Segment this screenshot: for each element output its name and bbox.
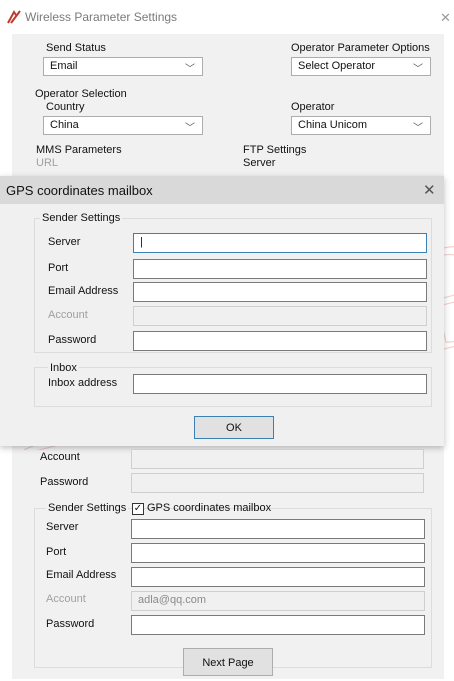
account2-value: adla@qq.com (138, 594, 207, 606)
password-label: Password (40, 476, 89, 488)
send-status-label: Send Status (46, 42, 106, 54)
window-title: Wireless Parameter Settings (25, 10, 178, 24)
dialog-server-label: Server (48, 236, 81, 248)
password2-label: Password (46, 618, 95, 630)
chevron-down-icon: ﹀ (413, 64, 423, 75)
chevron-down-icon: ﹀ (413, 123, 423, 134)
operator-value: China Unicom (298, 119, 368, 131)
dialog-inbox-group-label: Inbox (48, 362, 79, 374)
dialog-inbox-address-label: Inbox address (48, 377, 118, 389)
email-address-label: Email Address (46, 569, 117, 581)
dialog-password-input[interactable] (133, 331, 427, 351)
dialog-account-label: Account (48, 309, 88, 321)
dialog-email-label: Email Address (48, 285, 119, 297)
dialog-title-bar: GPS coordinates mailbox ✕ (0, 176, 444, 204)
account-input (131, 449, 424, 469)
gps-mailbox-dialog: GPS coordinates mailbox ✕ Sender Setting… (0, 176, 444, 446)
chevron-down-icon: ﹀ (185, 123, 195, 134)
operator-options-label: Operator Parameter Options (291, 42, 430, 54)
operator-label: Operator (291, 101, 335, 113)
window-title-bar: Wireless Parameter Settings ✕ (0, 0, 454, 34)
mms-url-label: URL (36, 157, 59, 169)
country-value: China (50, 119, 79, 131)
dialog-password-label: Password (48, 334, 97, 346)
account-label: Account (40, 451, 80, 463)
chevron-down-icon: ﹀ (185, 64, 195, 75)
gps-mailbox-checkbox[interactable]: ✓ (132, 503, 144, 515)
dialog-close-icon[interactable]: ✕ (423, 181, 436, 199)
next-page-button[interactable]: Next Page (183, 648, 273, 676)
window-close-icon[interactable]: ✕ (440, 10, 451, 26)
dialog-title: GPS coordinates mailbox (6, 183, 153, 198)
country-label: Country (46, 101, 85, 113)
dialog-account-input (133, 306, 427, 326)
server-input[interactable] (131, 519, 425, 539)
operator-options-value: Select Operator (298, 60, 376, 72)
country-select[interactable]: China ﹀ (43, 116, 203, 135)
operator-options-select[interactable]: Select Operator ﹀ (291, 57, 431, 76)
send-status-value: Email (50, 60, 78, 72)
password-input (131, 473, 424, 493)
password2-input[interactable] (131, 615, 425, 635)
email-address-input[interactable] (131, 567, 425, 587)
server-label: Server (46, 521, 79, 533)
sender-settings-label: Sender Settings (46, 502, 129, 514)
dialog-sender-group-label: Sender Settings (40, 212, 123, 224)
account2-label: Account (46, 593, 86, 605)
operator-selection-label: Operator Selection (35, 88, 127, 100)
dialog-port-label: Port (48, 262, 69, 274)
account2-input: adla@qq.com (131, 591, 425, 611)
port-label: Port (46, 546, 67, 558)
ftp-settings-label: FTP Settings (243, 144, 307, 156)
dialog-port-input[interactable] (133, 259, 427, 279)
mms-parameters-label: MMS Parameters (36, 144, 122, 156)
dialog-inbox-address-input[interactable] (133, 374, 427, 394)
send-status-select[interactable]: Email ﹀ (43, 57, 203, 76)
dialog-ok-button[interactable]: OK (194, 416, 274, 439)
gps-mailbox-checkbox-label: GPS coordinates mailbox (147, 502, 272, 514)
port-input[interactable] (131, 543, 425, 563)
dialog-email-input[interactable] (133, 282, 427, 302)
app-logo-icon (7, 10, 21, 24)
operator-select[interactable]: China Unicom ﹀ (291, 116, 431, 135)
dialog-server-input[interactable]: | (133, 233, 427, 253)
ftp-server-label: Server (243, 157, 276, 169)
